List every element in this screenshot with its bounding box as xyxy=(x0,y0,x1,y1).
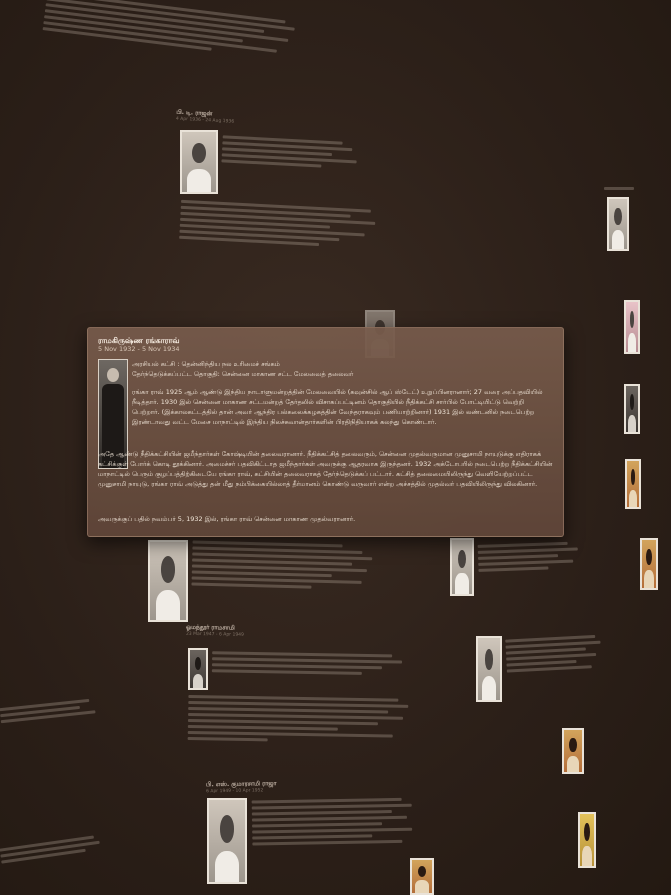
portrait-photo xyxy=(624,300,640,354)
text-line xyxy=(604,187,634,190)
record-card-omandur-text xyxy=(211,648,412,678)
detail-dates: 5 Nov 1932 - 5 Nov 1934 xyxy=(98,345,180,353)
detail-body: அரசியல் கட்சி : தென்னிந்திய நல உரிமைச் ச… xyxy=(98,359,553,469)
text-line xyxy=(251,797,402,804)
portrait-photo xyxy=(562,728,584,774)
detail-popup-card[interactable]: ராமகிருஷ்ண ரங்காராவ் 5 Nov 1932 - 5 Nov … xyxy=(87,327,564,537)
text-line xyxy=(191,582,312,589)
detail-paragraph-2: அதே ஆண்டு நீதிக்கட்சியின் ஜமீந்தார்கள் க… xyxy=(98,450,553,488)
text-line xyxy=(252,834,373,840)
detail-paragraph-1: ரங்கா ராவ் 1925 ஆம் ஆண்டு இந்திய நாடாளும… xyxy=(132,388,543,426)
detail-paragraph-3-block: அவருக்குப் பதில் நவம்பர் 5, 1932 இல், ரங… xyxy=(98,514,553,524)
text-line xyxy=(188,706,389,714)
detail-paragraph-2-block: அதே ஆண்டு நீதிக்கட்சியின் ஜமீந்தார்கள் க… xyxy=(98,449,553,489)
text-line xyxy=(506,652,597,661)
portrait-photo xyxy=(476,636,502,702)
record-card-omandur[interactable]: ஓமந்தூர் ராமசாமி 23 Mar 1947 - 6 Apr 194… xyxy=(186,624,326,640)
text-line xyxy=(187,718,378,726)
portrait-head xyxy=(107,368,119,382)
detail-paragraph-3: அவருக்குப் பதில் நவம்பர் 5, 1932 இல், ரங… xyxy=(98,515,356,523)
record-date: 23 Mar 1947 - 6 Apr 1949 xyxy=(185,631,244,638)
record-card-left-lower xyxy=(0,695,101,726)
portrait-photo xyxy=(148,540,188,622)
portrait-photo xyxy=(180,130,218,194)
portrait-photo xyxy=(625,459,641,509)
record-card-lower-2 xyxy=(477,538,588,575)
record-card-lower-3 xyxy=(505,631,607,675)
record-card-rajan[interactable]: பி. டி. ராஜன் 4 Apr 1936 - 24 Aug 1936 xyxy=(176,109,307,130)
text-line xyxy=(251,815,407,822)
text-line xyxy=(252,827,413,834)
portrait-photo xyxy=(450,538,474,596)
text-line xyxy=(477,554,559,560)
text-line xyxy=(251,803,412,810)
portrait-photo xyxy=(607,197,629,251)
text-line xyxy=(478,559,574,566)
record-card-top-left[interactable] xyxy=(42,0,306,65)
record-card-kumaraswami-text xyxy=(251,795,423,849)
detail-name: ராமகிருஷ்ண ரங்காராவ் xyxy=(98,336,180,345)
text-line xyxy=(212,651,393,658)
detail-text: அரசியல் கட்சி : தென்னிந்திய நல உரிமைச் ச… xyxy=(132,359,553,427)
text-line xyxy=(478,566,549,572)
text-line xyxy=(211,669,362,675)
detail-constituency: தேர்ந்தெடுக்கப்பட்ட தொகுதி: சென்னை மாகாண… xyxy=(132,370,354,378)
record-card-rajan-body xyxy=(179,197,381,252)
record-card-lower-1 xyxy=(191,538,382,594)
text-line xyxy=(477,547,578,554)
record-card-kumaraswami[interactable]: பி. எஸ். குமாரசாமி ராஜா 6 Apr 1949 - 10 … xyxy=(206,779,356,796)
record-card-omandur-body xyxy=(187,692,419,747)
record-card-bottom-left xyxy=(0,830,111,866)
text-line xyxy=(187,724,338,731)
text-line xyxy=(212,657,403,664)
record-date: 6 Apr 1949 - 10 Apr 1952 xyxy=(206,788,264,795)
text-line xyxy=(187,736,268,742)
detail-party: அரசியல் கட்சி : தென்னிந்திய நல உரிமைச் ச… xyxy=(132,360,280,368)
record-card-rajan-text xyxy=(221,132,363,172)
text-line xyxy=(251,810,392,816)
text-line xyxy=(477,541,568,548)
portrait-photo xyxy=(207,798,247,884)
timeline-wall[interactable]: பி. டி. ராஜன் 4 Apr 1936 - 24 Aug 1936 ஓ… xyxy=(0,0,671,895)
record-card-right-1[interactable] xyxy=(604,184,664,193)
portrait-photo xyxy=(578,812,596,868)
text-line xyxy=(252,839,403,846)
text-line xyxy=(252,822,383,828)
text-line xyxy=(506,665,592,673)
portrait-photo xyxy=(188,648,208,690)
portrait-photo xyxy=(410,858,434,895)
portrait-photo xyxy=(640,538,658,590)
text-line xyxy=(211,663,382,670)
portrait-photo xyxy=(624,384,640,434)
